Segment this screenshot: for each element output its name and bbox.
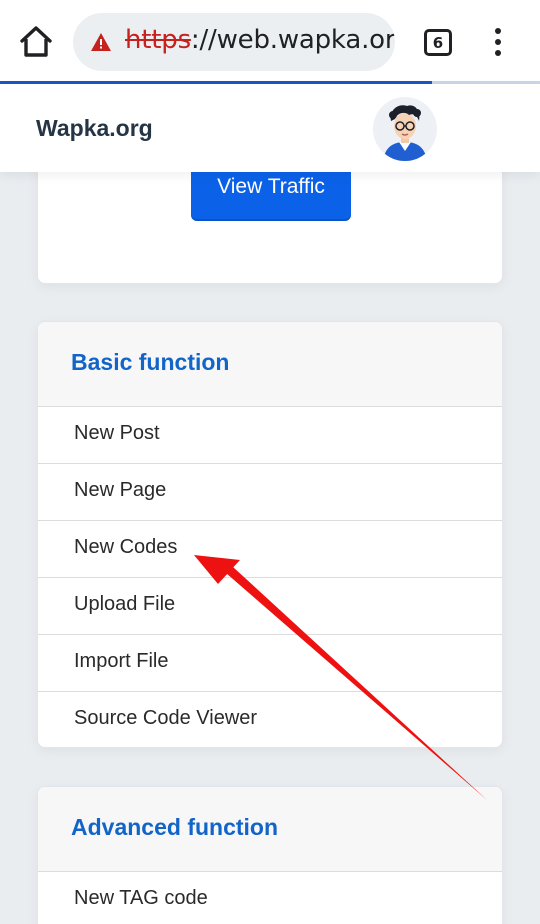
menu-item-new-post[interactable]: New Post (38, 407, 502, 464)
url-text: https://web.wapka.org/p (125, 25, 395, 55)
address-bar[interactable]: https://web.wapka.org/p (73, 13, 395, 71)
menu-item-source-code-viewer[interactable]: Source Code Viewer (38, 692, 502, 747)
url-host: ://web.wapka.org/p (190, 25, 395, 55)
advanced-function-title: Advanced function (71, 814, 279, 840)
avatar[interactable] (373, 97, 437, 161)
menu-item-new-tag-code[interactable]: New TAG code (38, 872, 502, 924)
browser-toolbar: https://web.wapka.org/p 6 (0, 0, 540, 84)
home-icon[interactable] (16, 22, 56, 62)
basic-function-card: Basic function New Post New Page New Cod… (37, 321, 503, 748)
menu-item-new-codes[interactable]: New Codes (38, 521, 502, 578)
site-title[interactable]: Wapka.org (36, 115, 153, 142)
site-header: Wapka.org (0, 84, 540, 172)
url-scheme: https (125, 25, 191, 55)
basic-function-title: Basic function (71, 349, 230, 375)
tab-switcher-button[interactable]: 6 (424, 29, 452, 56)
basic-function-header: Basic function (38, 322, 502, 407)
menu-item-new-page[interactable]: New Page (38, 464, 502, 521)
more-options-icon[interactable] (492, 28, 504, 58)
warning-icon (90, 32, 112, 52)
menu-item-import-file[interactable]: Import File (38, 635, 502, 692)
advanced-function-header: Advanced function (38, 787, 502, 872)
advanced-function-card: Advanced function New TAG code (37, 786, 503, 924)
menu-item-upload-file[interactable]: Upload File (38, 578, 502, 635)
